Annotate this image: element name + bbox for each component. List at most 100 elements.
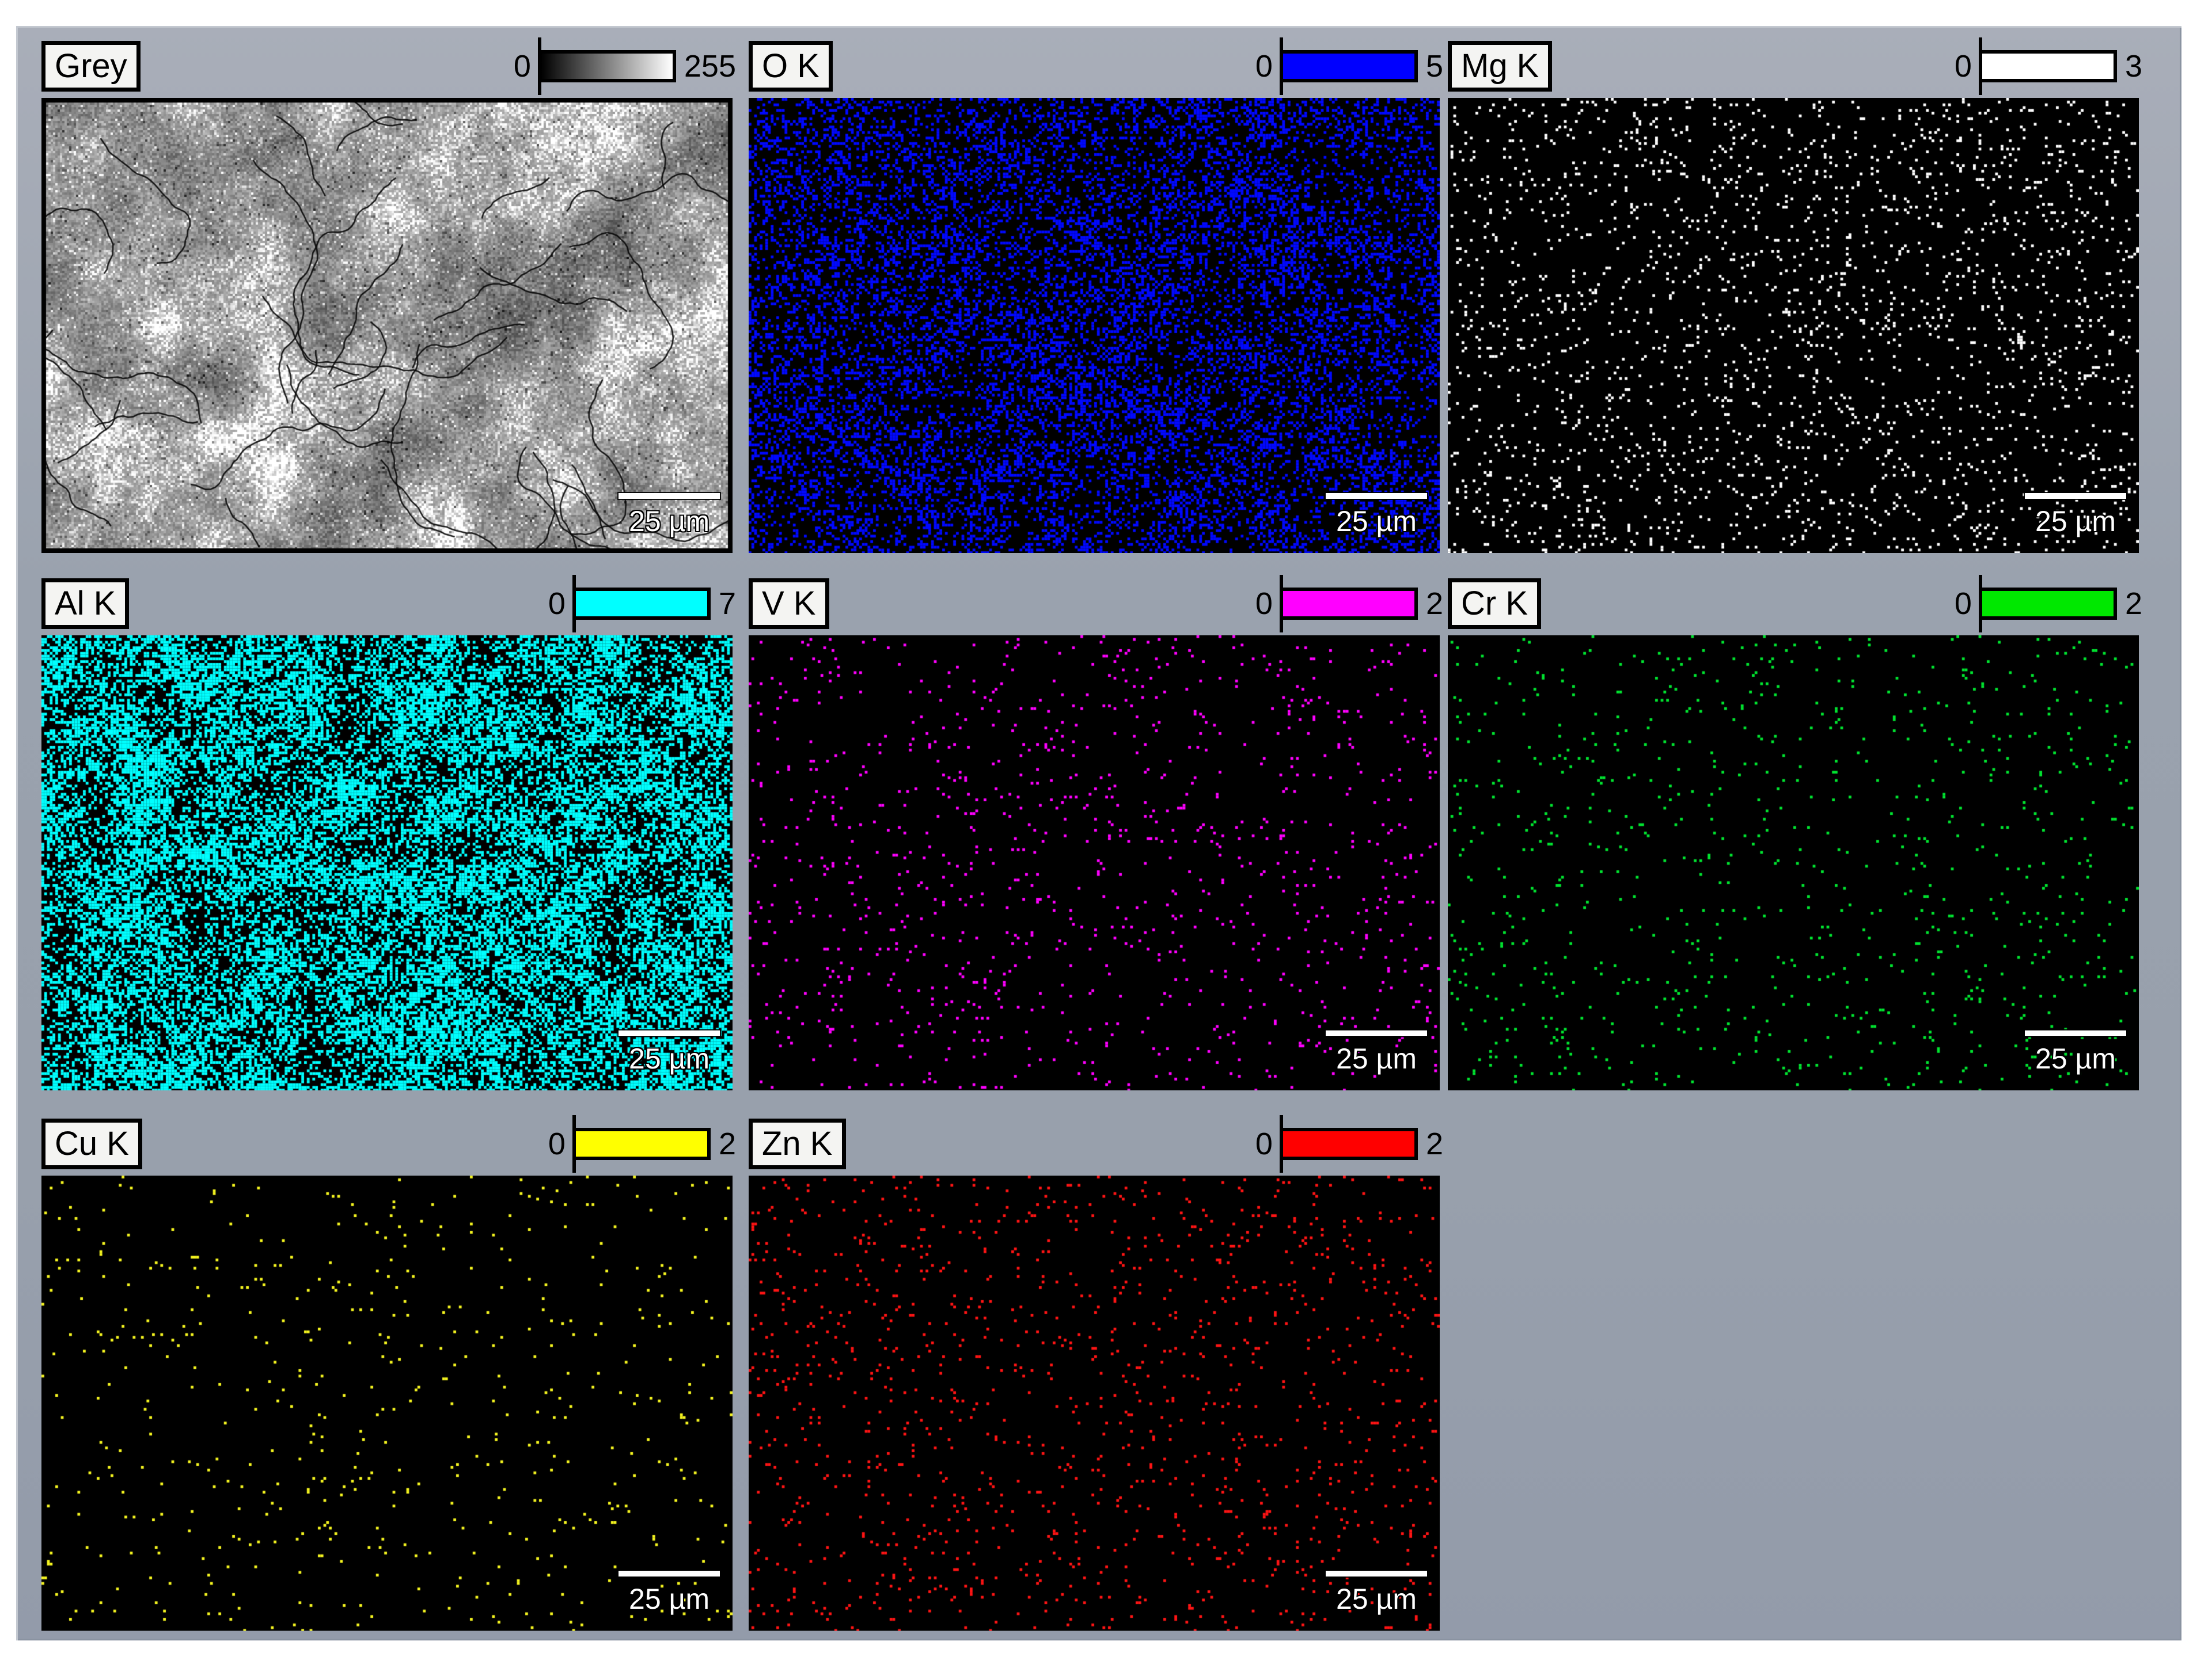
element-label-text: V K	[762, 585, 816, 623]
micron-scale-label: 25 µm	[629, 1042, 709, 1075]
panel-header: V K 0 2	[749, 578, 1440, 630]
scale-max-value: 2	[719, 1126, 736, 1162]
element-label-text: Cu K	[55, 1125, 129, 1164]
map-canvas	[41, 98, 733, 553]
element-label-box: Cu K	[41, 1119, 142, 1170]
intensity-colorbar	[1280, 50, 1418, 82]
map-panel-o-k[interactable]: O K 0 5 25 µm	[749, 40, 1440, 553]
map-image: 25 µm	[1448, 635, 2139, 1090]
colorbar-zero-tick	[1979, 37, 1982, 95]
panel-header: Zn K 0 2	[749, 1118, 1440, 1170]
micron-scale-line	[619, 1030, 720, 1036]
micron-scale-line	[2025, 1030, 2126, 1036]
micron-scale-line	[1326, 1571, 1427, 1577]
intensity-colorbar	[1280, 588, 1418, 620]
micron-scale-bar: 25 µm	[1326, 493, 1427, 538]
colorbar-zero-tick	[572, 575, 576, 632]
micron-scale-bar: 25 µm	[619, 493, 720, 538]
micron-scale-line	[1326, 1030, 1427, 1036]
intensity-scale: 0 2	[1255, 586, 1443, 622]
intensity-scale: 0 2	[1955, 586, 2142, 622]
intensity-scale: 0 2	[1255, 1126, 1443, 1162]
colorbar-zero-tick	[1979, 575, 1982, 632]
intensity-colorbar	[1979, 588, 2117, 620]
micron-scale-line	[2025, 493, 2126, 499]
map-canvas	[749, 1176, 1440, 1631]
element-label-text: Mg K	[1461, 47, 1539, 86]
micron-scale-label: 25 µm	[2035, 1042, 2116, 1075]
map-panel-grey[interactable]: Grey 0 255 25 µm	[41, 40, 733, 553]
element-label-box: Cr K	[1448, 578, 1541, 630]
micron-scale-label: 25 µm	[629, 1582, 709, 1616]
colorbar-zero-tick	[1280, 37, 1283, 95]
micron-scale-bar: 25 µm	[619, 1030, 720, 1075]
element-label-box: V K	[749, 578, 829, 630]
element-label-text: Zn K	[762, 1125, 833, 1164]
micron-scale-label: 25 µm	[1336, 505, 1417, 538]
element-label-box: Al K	[41, 578, 129, 630]
micron-scale-label: 25 µm	[629, 505, 709, 538]
map-panel-cu-k[interactable]: Cu K 0 2 25 µm	[41, 1118, 733, 1631]
panel-header: Cu K 0 2	[41, 1118, 733, 1170]
scale-max-value: 255	[684, 48, 736, 84]
scale-max-value: 2	[1426, 586, 1443, 622]
scale-min-value: 0	[1955, 586, 1972, 622]
element-label-box: Zn K	[749, 1119, 846, 1170]
element-label-text: Cr K	[1461, 585, 1528, 623]
panel-header: Grey 0 255	[41, 40, 733, 92]
micron-scale-label: 25 µm	[2035, 505, 2116, 538]
scale-min-value: 0	[1255, 48, 1273, 84]
micron-scale-line	[619, 1571, 720, 1577]
element-maps-window: Grey 0 255 25 µm O K 0	[16, 26, 2181, 1640]
scale-min-value: 0	[514, 48, 531, 84]
map-canvas	[749, 635, 1440, 1090]
map-image: 25 µm	[41, 98, 733, 553]
map-panel-mg-k[interactable]: Mg K 0 3 25 µm	[1448, 40, 2139, 553]
scale-max-value: 2	[1426, 1126, 1443, 1162]
micron-scale-bar: 25 µm	[619, 1571, 720, 1616]
intensity-colorbar	[1280, 1128, 1418, 1160]
micron-scale-line	[619, 493, 720, 499]
map-image: 25 µm	[1448, 98, 2139, 553]
micron-scale-bar: 25 µm	[1326, 1571, 1427, 1616]
map-canvas	[41, 635, 733, 1090]
colorbar-zero-tick	[572, 1115, 576, 1173]
micron-scale-bar: 25 µm	[1326, 1030, 1427, 1075]
scale-min-value: 0	[548, 586, 566, 622]
panel-header: Mg K 0 3	[1448, 40, 2139, 92]
scale-max-value: 5	[1426, 48, 1443, 84]
map-image: 25 µm	[749, 1176, 1440, 1631]
intensity-colorbar	[572, 588, 711, 620]
scale-max-value: 2	[2125, 586, 2142, 622]
intensity-colorbar	[572, 1128, 711, 1160]
map-canvas	[1448, 635, 2139, 1090]
intensity-scale: 0 3	[1955, 48, 2142, 84]
micron-scale-line	[1326, 493, 1427, 499]
micron-scale-bar: 25 µm	[2025, 493, 2126, 538]
element-label-box: O K	[749, 41, 833, 92]
panel-header: O K 0 5	[749, 40, 1440, 92]
element-label-text: O K	[762, 47, 819, 86]
map-panel-cr-k[interactable]: Cr K 0 2 25 µm	[1448, 578, 2139, 1090]
element-label-box: Grey	[41, 41, 141, 92]
colorbar-zero-tick	[538, 37, 541, 95]
scale-max-value: 7	[719, 586, 736, 622]
map-canvas	[749, 98, 1440, 553]
map-panel-al-k[interactable]: Al K 0 7 25 µm	[41, 578, 733, 1090]
scale-min-value: 0	[1955, 48, 1972, 84]
map-panel-zn-k[interactable]: Zn K 0 2 25 µm	[749, 1118, 1440, 1631]
intensity-scale: 0 2	[548, 1126, 736, 1162]
panel-header: Al K 0 7	[41, 578, 733, 630]
micron-scale-label: 25 µm	[1336, 1582, 1417, 1616]
map-image: 25 µm	[41, 1176, 733, 1631]
eds-map-report-page: Grey 0 255 25 µm O K 0	[0, 0, 2212, 1675]
map-image: 25 µm	[749, 98, 1440, 553]
micron-scale-bar: 25 µm	[2025, 1030, 2126, 1075]
scale-min-value: 0	[1255, 586, 1273, 622]
map-panel-v-k[interactable]: V K 0 2 25 µm	[749, 578, 1440, 1090]
map-canvas	[1448, 98, 2139, 553]
element-label-box: Mg K	[1448, 41, 1552, 92]
colorbar-zero-tick	[1280, 575, 1283, 632]
intensity-scale: 0 5	[1255, 48, 1443, 84]
map-image: 25 µm	[749, 635, 1440, 1090]
